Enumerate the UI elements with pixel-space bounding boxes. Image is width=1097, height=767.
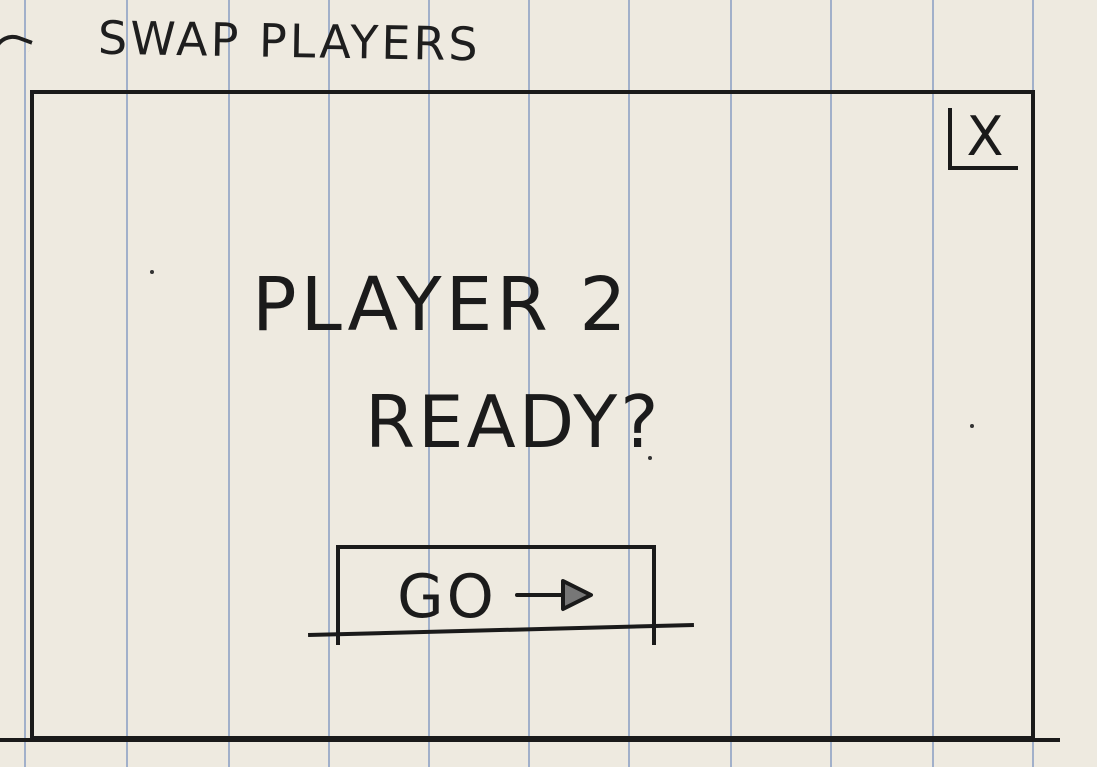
dialog-bottom-edge	[0, 738, 1060, 742]
paper-speck	[970, 424, 974, 428]
paper-rule-line	[24, 0, 26, 767]
sheet-title: SWAP PLAYERS	[97, 10, 482, 72]
prompt-player-label: PLAYER 2	[252, 262, 631, 348]
paper-speck	[648, 456, 652, 460]
go-button-label: GO	[397, 562, 497, 632]
paper-speck	[150, 270, 154, 274]
corner-pen-stroke	[0, 29, 33, 73]
close-icon: X	[966, 105, 1004, 168]
prompt-ready-label: READY?	[365, 380, 662, 464]
arrow-right-icon	[514, 575, 595, 619]
close-button[interactable]: X	[948, 108, 1018, 170]
